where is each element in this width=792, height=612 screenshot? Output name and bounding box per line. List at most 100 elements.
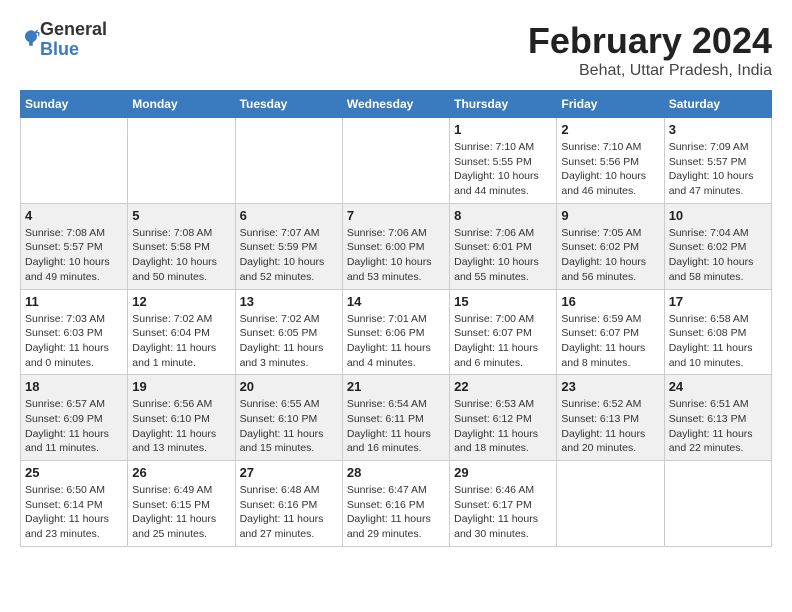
day-info: Sunrise: 7:10 AMSunset: 5:55 PMDaylight:… [454, 140, 552, 199]
day-number: 21 [347, 379, 445, 394]
calendar-cell: 4 Sunrise: 7:08 AMSunset: 5:57 PMDaylight… [21, 203, 128, 289]
day-info: Sunrise: 6:49 AMSunset: 6:15 PMDaylight:… [132, 483, 230, 542]
day-number: 5 [132, 208, 230, 223]
day-number: 2 [561, 122, 659, 137]
logo-blue: Blue [40, 40, 107, 60]
day-info: Sunrise: 7:06 AMSunset: 6:00 PMDaylight:… [347, 226, 445, 285]
day-info: Sunrise: 6:46 AMSunset: 6:17 PMDaylight:… [454, 483, 552, 542]
day-number: 6 [240, 208, 338, 223]
day-number: 22 [454, 379, 552, 394]
calendar-cell: 13 Sunrise: 7:02 AMSunset: 6:05 PMDayligh… [235, 289, 342, 375]
day-number: 8 [454, 208, 552, 223]
calendar-cell: 6 Sunrise: 7:07 AMSunset: 5:59 PMDaylight… [235, 203, 342, 289]
weekday-header: Thursday [450, 91, 557, 118]
calendar-cell [235, 118, 342, 204]
day-number: 7 [347, 208, 445, 223]
calendar-week-row: 11Sunrise: 7:03 AMSunset: 6:03 PMDayligh… [21, 289, 772, 375]
weekday-header: Friday [557, 91, 664, 118]
day-number: 16 [561, 294, 659, 309]
day-info: Sunrise: 7:03 AMSunset: 6:03 PMDaylight:… [25, 312, 123, 371]
day-info: Sunrise: 7:08 AMSunset: 5:57 PMDaylight:… [25, 226, 123, 285]
day-info: Sunrise: 6:56 AMSunset: 6:10 PMDaylight:… [132, 397, 230, 456]
day-info: Sunrise: 6:47 AMSunset: 6:16 PMDaylight:… [347, 483, 445, 542]
calendar-header-row: SundayMondayTuesdayWednesdayThursdayFrid… [21, 91, 772, 118]
calendar-cell: 16 Sunrise: 6:59 AMSunset: 6:07 PMDayligh… [557, 289, 664, 375]
day-number: 9 [561, 208, 659, 223]
day-info: Sunrise: 7:04 AMSunset: 6:02 PMDaylight:… [669, 226, 767, 285]
day-number: 13 [240, 294, 338, 309]
calendar-cell: 21 Sunrise: 6:54 AMSunset: 6:11 PMDayligh… [342, 375, 449, 461]
calendar-cell: 24 Sunrise: 6:51 AMSunset: 6:13 PMDayligh… [664, 375, 771, 461]
calendar-table: SundayMondayTuesdayWednesdayThursdayFrid… [20, 90, 772, 547]
day-number: 28 [347, 465, 445, 480]
day-info: Sunrise: 6:53 AMSunset: 6:12 PMDaylight:… [454, 397, 552, 456]
day-info: Sunrise: 7:10 AMSunset: 5:56 PMDaylight:… [561, 140, 659, 199]
day-number: 27 [240, 465, 338, 480]
calendar-cell: 28 Sunrise: 6:47 AMSunset: 6:16 PMDayligh… [342, 461, 449, 547]
calendar-cell: 20 Sunrise: 6:55 AMSunset: 6:10 PMDayligh… [235, 375, 342, 461]
logo: General Blue [20, 20, 107, 60]
day-info: Sunrise: 6:54 AMSunset: 6:11 PMDaylight:… [347, 397, 445, 456]
calendar-cell: 15 Sunrise: 7:00 AMSunset: 6:07 PMDayligh… [450, 289, 557, 375]
day-number: 4 [25, 208, 123, 223]
location-title: Behat, Uttar Pradesh, India [528, 62, 772, 80]
calendar-cell: 25Sunrise: 6:50 AMSunset: 6:14 PMDayligh… [21, 461, 128, 547]
day-number: 19 [132, 379, 230, 394]
day-info: Sunrise: 7:09 AMSunset: 5:57 PMDaylight:… [669, 140, 767, 199]
calendar-cell: 5 Sunrise: 7:08 AMSunset: 5:58 PMDaylight… [128, 203, 235, 289]
day-info: Sunrise: 6:48 AMSunset: 6:16 PMDaylight:… [240, 483, 338, 542]
calendar-cell: 12 Sunrise: 7:02 AMSunset: 6:04 PMDayligh… [128, 289, 235, 375]
day-number: 15 [454, 294, 552, 309]
calendar-cell [342, 118, 449, 204]
logo-text: General Blue [40, 20, 107, 60]
general-blue-icon [22, 29, 40, 47]
day-info: Sunrise: 6:50 AMSunset: 6:14 PMDaylight:… [25, 483, 123, 542]
day-info: Sunrise: 7:02 AMSunset: 6:04 PMDaylight:… [132, 312, 230, 371]
calendar-week-row: 18Sunrise: 6:57 AMSunset: 6:09 PMDayligh… [21, 375, 772, 461]
calendar-week-row: 1 Sunrise: 7:10 AMSunset: 5:55 PMDaylight… [21, 118, 772, 204]
calendar-cell [128, 118, 235, 204]
calendar-cell: 27 Sunrise: 6:48 AMSunset: 6:16 PMDayligh… [235, 461, 342, 547]
logo-general: General [40, 20, 107, 40]
calendar-cell: 9 Sunrise: 7:05 AMSunset: 6:02 PMDaylight… [557, 203, 664, 289]
day-info: Sunrise: 6:52 AMSunset: 6:13 PMDaylight:… [561, 397, 659, 456]
day-number: 3 [669, 122, 767, 137]
day-info: Sunrise: 7:01 AMSunset: 6:06 PMDaylight:… [347, 312, 445, 371]
weekday-header: Monday [128, 91, 235, 118]
day-number: 14 [347, 294, 445, 309]
day-info: Sunrise: 7:06 AMSunset: 6:01 PMDaylight:… [454, 226, 552, 285]
day-info: Sunrise: 7:05 AMSunset: 6:02 PMDaylight:… [561, 226, 659, 285]
day-number: 23 [561, 379, 659, 394]
day-number: 1 [454, 122, 552, 137]
calendar-cell [664, 461, 771, 547]
calendar-cell: 2 Sunrise: 7:10 AMSunset: 5:56 PMDaylight… [557, 118, 664, 204]
calendar-cell: 22 Sunrise: 6:53 AMSunset: 6:12 PMDayligh… [450, 375, 557, 461]
calendar-cell: 19 Sunrise: 6:56 AMSunset: 6:10 PMDayligh… [128, 375, 235, 461]
day-number: 26 [132, 465, 230, 480]
calendar-week-row: 4 Sunrise: 7:08 AMSunset: 5:57 PMDaylight… [21, 203, 772, 289]
day-number: 18 [25, 379, 123, 394]
weekday-header: Sunday [21, 91, 128, 118]
day-info: Sunrise: 7:08 AMSunset: 5:58 PMDaylight:… [132, 226, 230, 285]
calendar-cell: 17Sunrise: 6:58 AMSunset: 6:08 PMDayligh… [664, 289, 771, 375]
day-number: 20 [240, 379, 338, 394]
calendar-cell: 14 Sunrise: 7:01 AMSunset: 6:06 PMDayligh… [342, 289, 449, 375]
day-number: 12 [132, 294, 230, 309]
day-number: 24 [669, 379, 767, 394]
calendar-cell: 23 Sunrise: 6:52 AMSunset: 6:13 PMDayligh… [557, 375, 664, 461]
day-info: Sunrise: 7:00 AMSunset: 6:07 PMDaylight:… [454, 312, 552, 371]
day-info: Sunrise: 6:59 AMSunset: 6:07 PMDaylight:… [561, 312, 659, 371]
month-title: February 2024 [528, 20, 772, 62]
calendar-cell: 26 Sunrise: 6:49 AMSunset: 6:15 PMDayligh… [128, 461, 235, 547]
calendar-cell: 8 Sunrise: 7:06 AMSunset: 6:01 PMDaylight… [450, 203, 557, 289]
weekday-header: Saturday [664, 91, 771, 118]
calendar-week-row: 25Sunrise: 6:50 AMSunset: 6:14 PMDayligh… [21, 461, 772, 547]
day-number: 10 [669, 208, 767, 223]
title-area: February 2024 Behat, Uttar Pradesh, Indi… [528, 20, 772, 80]
day-info: Sunrise: 6:55 AMSunset: 6:10 PMDaylight:… [240, 397, 338, 456]
calendar-cell: 3 Sunrise: 7:09 AMSunset: 5:57 PMDaylight… [664, 118, 771, 204]
calendar-cell [21, 118, 128, 204]
day-info: Sunrise: 7:07 AMSunset: 5:59 PMDaylight:… [240, 226, 338, 285]
day-info: Sunrise: 7:02 AMSunset: 6:05 PMDaylight:… [240, 312, 338, 371]
day-info: Sunrise: 6:51 AMSunset: 6:13 PMDaylight:… [669, 397, 767, 456]
